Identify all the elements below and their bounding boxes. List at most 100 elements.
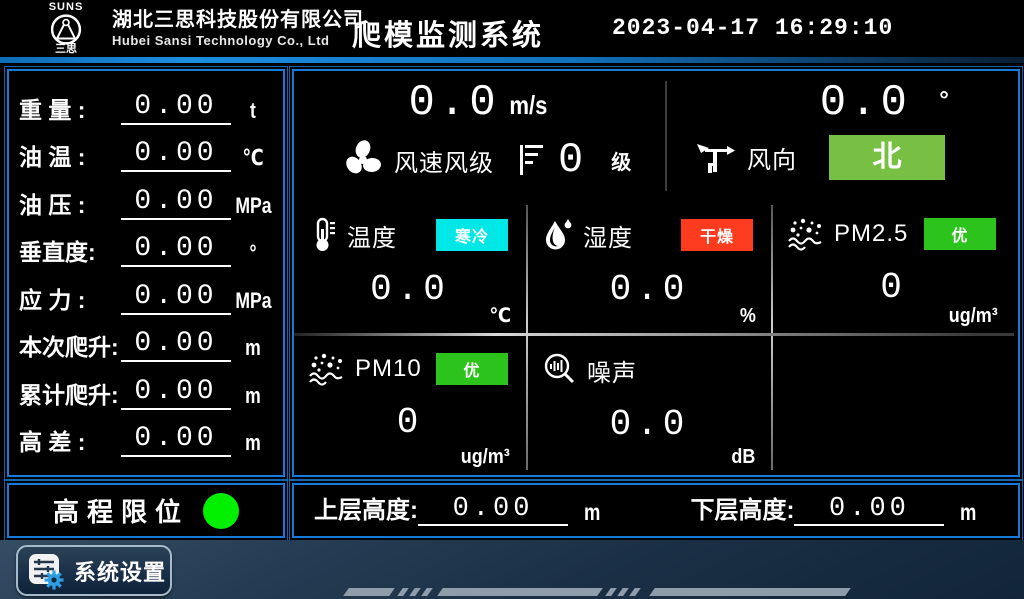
sensor-value: 0.0 <box>528 269 771 310</box>
measurement-value: 0.00 <box>121 92 231 125</box>
measurement-value: 0.00 <box>121 282 231 315</box>
decorative-stripe <box>343 588 395 596</box>
sensor-cell-humidity: 湿度 干燥 0.0 % <box>528 201 771 333</box>
measurement-unit: ℃ <box>235 144 270 172</box>
layer-heights-row: 上层高度: 0.00 m 下层高度: 0.00 m <box>294 485 1018 536</box>
header-accent-bar <box>0 57 1024 63</box>
wind-direction-subrow: 风向 北 <box>667 135 1014 180</box>
measurement-unit: ° <box>235 239 270 267</box>
thermometer-icon <box>308 217 338 253</box>
scada-screen: SUNS 三思 湖北三思科技股份有限公司 Hubei Sansi Technol… <box>0 0 1024 599</box>
lower-height-unit: m <box>960 498 976 526</box>
sensor-name: 湿度 <box>583 218 633 253</box>
measurement-value: 0.00 <box>121 139 231 172</box>
environment-panel: 0.0m/s 风速风级 <box>292 69 1020 477</box>
sensor-header: 温度 寒冷 <box>294 201 526 253</box>
sensor-header: 湿度 干燥 <box>528 201 771 253</box>
upper-height-group: 上层高度: 0.00 m <box>314 495 602 526</box>
wind-direction-label: 风向 <box>747 140 797 175</box>
lower-height-group: 下层高度: 0.00 m <box>690 495 978 526</box>
sensor-unit: ug/m³ <box>948 305 997 328</box>
measurement-label: 油 压 : <box>19 190 121 220</box>
measurement-unit: m <box>235 429 270 457</box>
system-settings-button[interactable]: 系统设置 <box>16 545 172 596</box>
particles-icon <box>787 217 825 251</box>
sensor-name: 噪声 <box>587 353 637 388</box>
measurement-label: 高 差 : <box>19 427 121 457</box>
wind-speed-value: 0.0 <box>408 78 499 128</box>
logo-icon <box>48 13 84 46</box>
sensor-value: 0.0 <box>528 404 771 445</box>
left-measurements-panel: 重 量 : 0.00 t 油 温 : 0.00 ℃ 油 压 : 0.00 MPa… <box>7 69 285 477</box>
measurement-value: 0.00 <box>121 329 231 362</box>
wind-direction-readout: 0.0 ° <box>667 79 1014 127</box>
measurement-label: 油 温 : <box>19 142 121 172</box>
measurement-value: 0.00 <box>121 424 231 457</box>
measurement-row-height-diff: 高 差 : 0.00 m <box>19 417 275 457</box>
upper-height-label: 上层高度: <box>314 496 418 526</box>
page-title: 爬模监测系统 <box>352 12 544 54</box>
sensor-header: 噪声 <box>528 336 771 388</box>
decorative-stripe <box>421 588 433 596</box>
wind-speed-subrow: 风速风级 0 级 <box>294 137 665 183</box>
measurement-label: 重 量 : <box>19 95 121 125</box>
sensor-name: PM10 <box>355 355 422 383</box>
wind-level-unit: 级 <box>611 146 631 175</box>
layer-heights-panel: 上层高度: 0.00 m 下层高度: 0.00 m <box>292 483 1020 538</box>
measurement-label: 应 力 : <box>19 285 121 315</box>
sensor-header: PM10 优 <box>294 336 526 386</box>
fan-icon <box>340 137 386 183</box>
droplet-icon <box>542 217 574 253</box>
upper-height-value: 0.00 <box>418 495 568 526</box>
measurement-label: 垂直度: <box>19 237 121 267</box>
measurement-unit: m <box>235 382 270 410</box>
sensor-header: PM2.5 优 <box>773 201 1014 251</box>
header: SUNS 三思 湖北三思科技股份有限公司 Hubei Sansi Technol… <box>0 0 1024 57</box>
measurement-unit: MPa <box>235 192 270 220</box>
sensor-cell-pm25: PM2.5 优 0 ug/m³ <box>773 201 1014 333</box>
status-badge: 优 <box>436 353 508 385</box>
measurement-unit: m <box>235 334 270 362</box>
logo-text-bottom: 三思 <box>26 44 106 55</box>
measurement-unit: MPa <box>235 287 270 315</box>
noise-icon <box>542 352 578 388</box>
taskbar: 系统设置 <box>0 540 1024 599</box>
measurement-row-oil-temp: 油 温 : 0.00 ℃ <box>19 132 275 172</box>
decorative-stripe <box>617 588 629 596</box>
measurement-label: 累计爬升: <box>19 380 121 410</box>
wind-direction-unit: ° <box>937 79 951 127</box>
wind-speed-unit: m/s <box>509 81 547 129</box>
particles-icon <box>308 352 346 386</box>
wind-direction-indicator[interactable]: 北 <box>829 135 945 180</box>
datetime-display: 2023-04-17 16:29:10 <box>612 15 893 41</box>
settings-button-label: 系统设置 <box>74 555 166 587</box>
measurement-row-oil-pressure: 油 压 : 0.00 MPa <box>19 180 275 220</box>
elevation-limit-label: 高程限位 <box>53 492 189 529</box>
sensor-unit: ℃ <box>489 303 511 328</box>
wind-direction-value: 0.0 <box>820 78 911 128</box>
wind-speed-readout: 0.0 m/s <box>294 79 665 129</box>
decorative-stripe <box>649 588 851 596</box>
wind-level-icon <box>514 140 548 180</box>
measurement-row-stress: 应 力 : 0.00 MPa <box>19 275 275 315</box>
sensor-unit: dB <box>732 446 756 469</box>
elevation-limit-indicator <box>203 493 239 529</box>
measurement-row-weight: 重 量 : 0.00 t <box>19 85 275 125</box>
company-name: 湖北三思科技股份有限公司 Hubei Sansi Technology Co.,… <box>112 8 364 50</box>
lower-height-label: 下层高度: <box>690 496 794 526</box>
sensor-value: 0 <box>773 267 1014 308</box>
measurement-row-verticality: 垂直度: 0.00 ° <box>19 227 275 267</box>
measurement-label: 本次爬升: <box>19 332 121 362</box>
status-badge: 干燥 <box>681 219 753 251</box>
company-logo: SUNS 三思 <box>26 1 106 55</box>
logo-text-top: SUNS <box>26 1 106 13</box>
wind-speed-section: 0.0m/s 风速风级 <box>294 71 665 199</box>
decorative-stripe <box>409 588 421 596</box>
decorative-stripe <box>629 588 641 596</box>
wind-direction-section: 0.0 ° 风向 北 <box>667 71 1014 199</box>
elevation-limit-panel: 高程限位 <box>7 483 285 538</box>
sensor-unit: % <box>740 305 756 328</box>
decorative-stripe <box>437 588 603 596</box>
decorative-stripe <box>605 588 617 596</box>
measurement-row-current-climb: 本次爬升: 0.00 m <box>19 322 275 362</box>
